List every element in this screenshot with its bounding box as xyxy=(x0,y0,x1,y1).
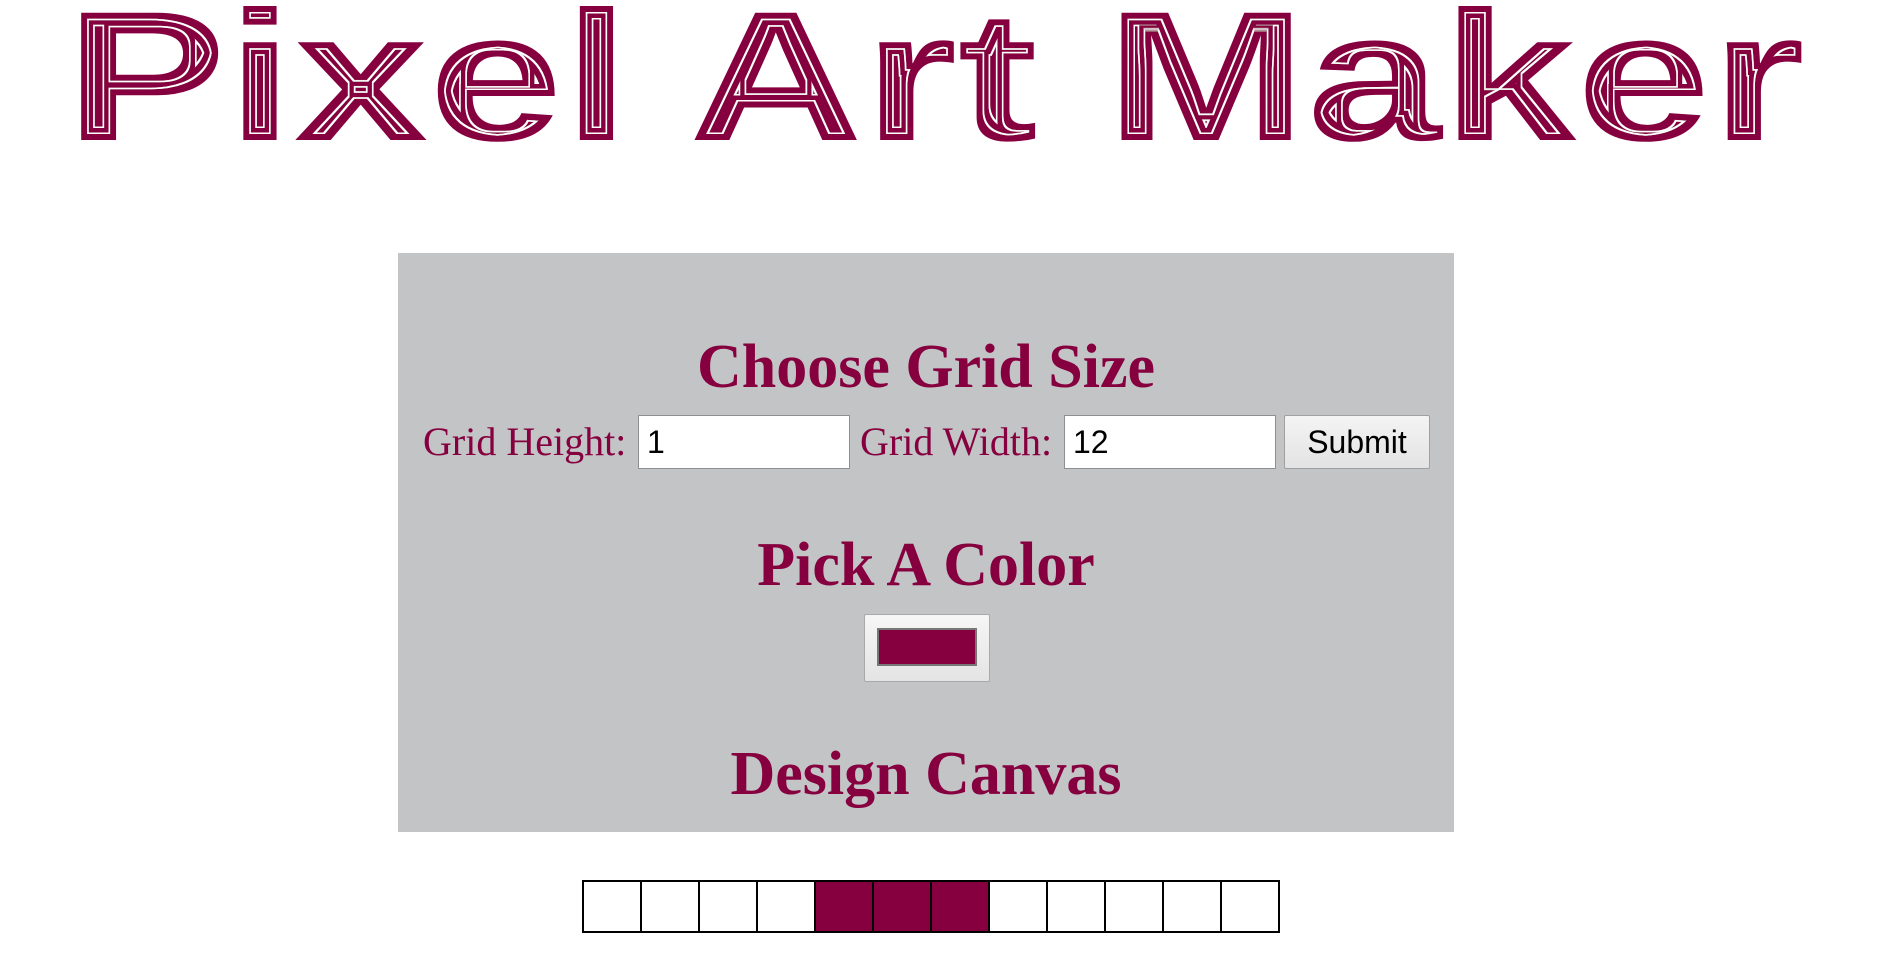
pixel-cell[interactable] xyxy=(1162,880,1222,933)
color-picker[interactable] xyxy=(864,614,990,682)
pixel-cell[interactable] xyxy=(1220,880,1280,933)
grid-width-label: Grid Width: xyxy=(860,419,1053,464)
pixel-cell[interactable] xyxy=(1104,880,1164,933)
pixel-cell[interactable] xyxy=(872,880,932,933)
color-swatch xyxy=(877,628,977,666)
pick-color-heading: Pick A Color xyxy=(757,531,1095,599)
design-canvas-heading: Design Canvas xyxy=(730,740,1122,808)
pixel-cell[interactable] xyxy=(582,880,642,933)
pixel-cell[interactable] xyxy=(1046,880,1106,933)
pixel-cell[interactable] xyxy=(756,880,816,933)
logo: Pixel Art Maker xyxy=(55,0,1815,155)
logo-art: Pixel Art Maker xyxy=(65,0,1805,155)
grid-height-input[interactable] xyxy=(638,415,850,469)
control-panel: Choose Grid Size Grid Height: Grid Width… xyxy=(398,253,1454,832)
logo-text: Pixel Art Maker xyxy=(65,0,1805,155)
pixel-cell[interactable] xyxy=(930,880,990,933)
submit-button[interactable]: Submit xyxy=(1284,415,1430,469)
pixel-cell[interactable] xyxy=(988,880,1048,933)
grid-width-input[interactable] xyxy=(1064,415,1276,469)
grid-size-heading: Choose Grid Size xyxy=(696,333,1156,401)
grid-size-form: Grid Height: Grid Width: Submit xyxy=(398,415,1454,469)
grid-height-label: Grid Height: xyxy=(423,419,627,464)
pixel-cell[interactable] xyxy=(814,880,874,933)
pixel-canvas xyxy=(582,880,1280,933)
pixel-cell[interactable] xyxy=(640,880,700,933)
pixel-row xyxy=(582,880,1280,933)
pixel-cell[interactable] xyxy=(698,880,758,933)
